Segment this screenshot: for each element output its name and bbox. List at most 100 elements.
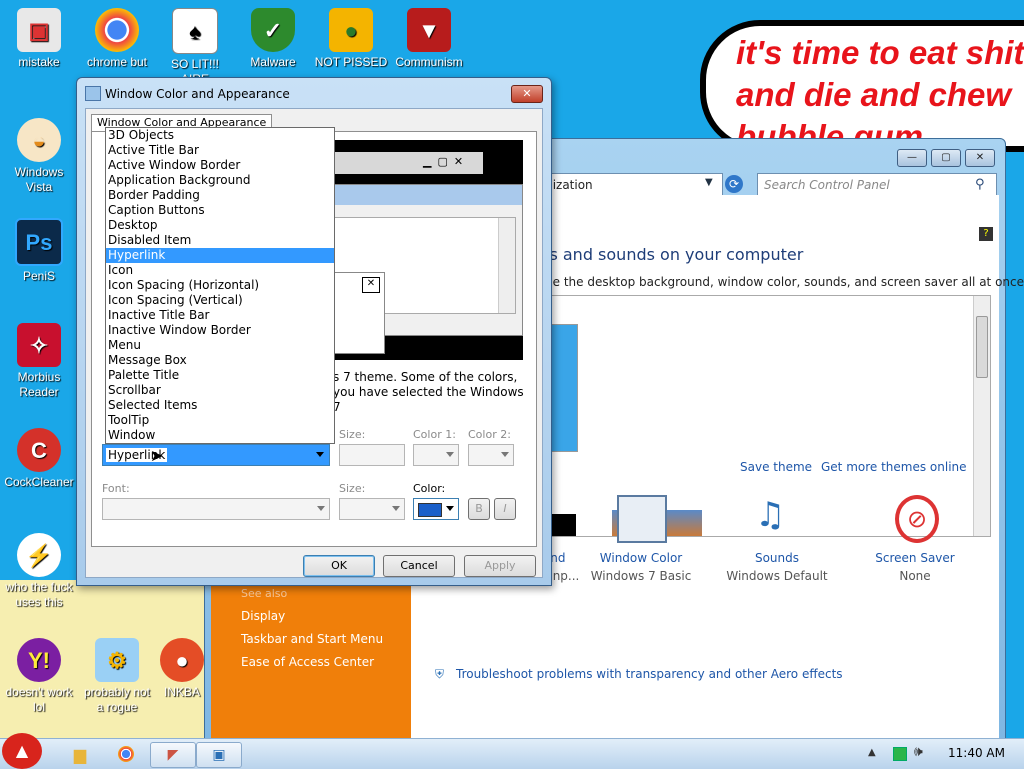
address-bar[interactable]: alization <box>535 173 723 197</box>
dropdown-option[interactable]: Hyperlink <box>106 248 334 263</box>
dropdown-option[interactable]: Application Background <box>106 173 334 188</box>
dropdown-option[interactable]: Active Window Border <box>106 158 334 173</box>
dropdown-option[interactable]: Message Box <box>106 353 334 368</box>
troubleshoot-link[interactable]: Troubleshoot problems with transparency … <box>456 667 843 681</box>
dropdown-option[interactable]: Icon Spacing (Vertical) <box>106 293 334 308</box>
desktop-icon-windows-vista[interactable]: ◒ Windows Vista <box>1 118 77 195</box>
sounds-sub: Windows Default <box>726 569 828 583</box>
save-theme-link[interactable]: Save theme <box>740 460 812 474</box>
search-icon[interactable]: ⚲ <box>975 177 985 192</box>
taskbar-chrome-icon[interactable] <box>104 742 148 766</box>
dropdown-option[interactable]: 3D Objects <box>106 128 334 143</box>
network-icon[interactable] <box>893 747 907 761</box>
dropdown-option[interactable]: Selected Items <box>106 398 334 413</box>
pin-icon: ● <box>160 638 204 682</box>
desktop-icon-label: NOT PISSED <box>314 55 388 69</box>
screen-saver-title: Screen Saver <box>875 551 955 565</box>
bold-button[interactable]: B <box>468 498 490 520</box>
sidebar-item-ease-of-access[interactable]: Ease of Access Center <box>241 655 374 669</box>
dropdown-option[interactable]: Inactive Window Border <box>106 323 334 338</box>
desktop-icon-malware[interactable]: ✓ Malware <box>235 8 311 70</box>
taskbar-control-panel-icon[interactable]: ◤ <box>150 742 196 768</box>
desktop-icon-morbius-reader[interactable]: ✧ Morbius Reader <box>1 323 77 400</box>
theme-list-scrollbar[interactable] <box>973 296 990 536</box>
chevron-down-icon[interactable]: ▼ <box>705 177 713 188</box>
desktop-icon-not-pissed[interactable]: ● NOT PISSED <box>313 8 389 70</box>
desktop-icon-yahoo[interactable]: Y! doesn't work lol <box>1 638 77 715</box>
dropdown-option[interactable]: ToolTip <box>106 413 334 428</box>
dialog-close-button[interactable]: ✕ <box>511 85 543 103</box>
refresh-icon[interactable]: ⟳ <box>725 175 743 193</box>
desktop-icon-rogue[interactable]: ⚙ probably not a rogue <box>79 638 155 715</box>
dropdown-option[interactable]: Active Title Bar <box>106 143 334 158</box>
dropdown-option[interactable]: Icon Spacing (Horizontal) <box>106 278 334 293</box>
control-panel-icon: ◤ <box>167 747 179 763</box>
dropdown-option[interactable]: Desktop <box>106 218 334 233</box>
ok-button[interactable]: OK <box>303 555 375 577</box>
font-size-select[interactable] <box>339 498 405 520</box>
maximize-button[interactable]: ▢ <box>931 149 961 167</box>
desktop-icon-mistake[interactable]: ▣ mistake <box>1 8 77 70</box>
clock[interactable]: 11:40 AM <box>948 746 1005 760</box>
color2-picker[interactable] <box>468 444 514 466</box>
sounds-item[interactable]: ♫ Sounds Windows Default <box>707 495 847 583</box>
desktop-icon-solitaire[interactable]: ♠ SO LIT!!! AIRE <box>157 8 233 87</box>
desktop-icon-communism[interactable]: ▼ Communism <box>391 8 467 70</box>
cursor-icon: ➤ <box>150 446 164 465</box>
dropdown-option[interactable]: Menu <box>106 338 334 353</box>
font-color-picker[interactable] <box>413 498 459 520</box>
dropdown-option[interactable]: Caption Buttons <box>106 203 334 218</box>
sidebar-item-display[interactable]: Display <box>241 609 285 623</box>
italic-button[interactable]: I <box>494 498 516 520</box>
window-color-item[interactable]: Window Color Windows 7 Basic <box>571 495 711 583</box>
chevron-down-icon <box>446 452 454 457</box>
scrollbar-thumb[interactable] <box>976 316 988 378</box>
folder-icon: ▆ <box>73 744 87 764</box>
dropdown-option[interactable]: Icon <box>106 263 334 278</box>
search-input[interactable]: Search Control Panel <box>757 173 997 197</box>
desktop-icon-cockcleaner[interactable]: C CockCleaner <box>1 428 77 490</box>
close-button[interactable]: ✕ <box>965 149 995 167</box>
chevron-down-icon <box>316 452 324 457</box>
dialog-window-icon <box>85 86 101 101</box>
desktop-icon-label: PeniS <box>22 269 56 283</box>
screen-saver-item[interactable]: ⊘ Screen Saver None <box>845 495 985 583</box>
show-hidden-icons[interactable]: ▲ <box>868 747 876 758</box>
dropdown-option[interactable]: Palette Title <box>106 368 334 383</box>
window-color-icon <box>617 495 667 543</box>
dropdown-option[interactable]: Inactive Title Bar <box>106 308 334 323</box>
dropdown-option[interactable]: Scrollbar <box>106 383 334 398</box>
speech-bubble: it's time to eat shit and die and chew b… <box>700 20 1024 152</box>
desktop-icon-label: Morbius Reader <box>17 370 61 399</box>
cancel-button[interactable]: Cancel <box>383 555 455 577</box>
dropdown-option[interactable]: Border Padding <box>106 188 334 203</box>
desktop-icon-chrome[interactable]: chrome but <box>79 8 155 70</box>
get-more-themes-link[interactable]: Get more themes online <box>821 460 967 474</box>
taskbar-explorer-icon[interactable]: ▆ <box>58 742 102 766</box>
page-subheading: ge the desktop background, window color,… <box>545 275 1024 289</box>
chrome-icon <box>95 8 139 52</box>
emblem-icon: ▼ <box>407 8 451 52</box>
color1-picker[interactable] <box>413 444 459 466</box>
apply-button[interactable]: Apply <box>464 555 536 577</box>
item-size-spinner[interactable] <box>339 444 405 466</box>
font-select[interactable] <box>102 498 330 520</box>
start-button-angry-bird-icon[interactable]: ▲ <box>2 733 42 769</box>
minimize-button[interactable]: — <box>897 149 927 167</box>
dropdown-option[interactable]: Disabled Item <box>106 233 334 248</box>
cards-icon: ♠ <box>172 8 218 54</box>
shield-icon: ⛨ <box>435 667 445 681</box>
screen-saver-sub: None <box>899 569 931 583</box>
dropdown-option[interactable]: Window <box>106 428 334 443</box>
sidebar-item-taskbar[interactable]: Taskbar and Start Menu <box>241 632 383 646</box>
item-select[interactable]: Hyperlink <box>102 444 330 466</box>
item-dropdown-list[interactable]: 3D Objects Active Title Bar Active Window … <box>105 127 335 444</box>
help-icon[interactable]: ? <box>979 227 993 241</box>
chevron-down-icon <box>317 506 325 511</box>
desktop-icon-label: Communism <box>395 55 463 69</box>
taskbar-display-icon[interactable]: ▣ <box>196 742 242 768</box>
sidebar: See also Display Taskbar and Start Menu … <box>211 559 411 739</box>
desktop-icon-who-uses-this[interactable]: ⚡ who the fuck uses this <box>1 533 77 610</box>
volume-icon[interactable]: 🕪 <box>914 744 923 760</box>
desktop-icon-penis[interactable]: Ps PeniS <box>1 218 77 284</box>
